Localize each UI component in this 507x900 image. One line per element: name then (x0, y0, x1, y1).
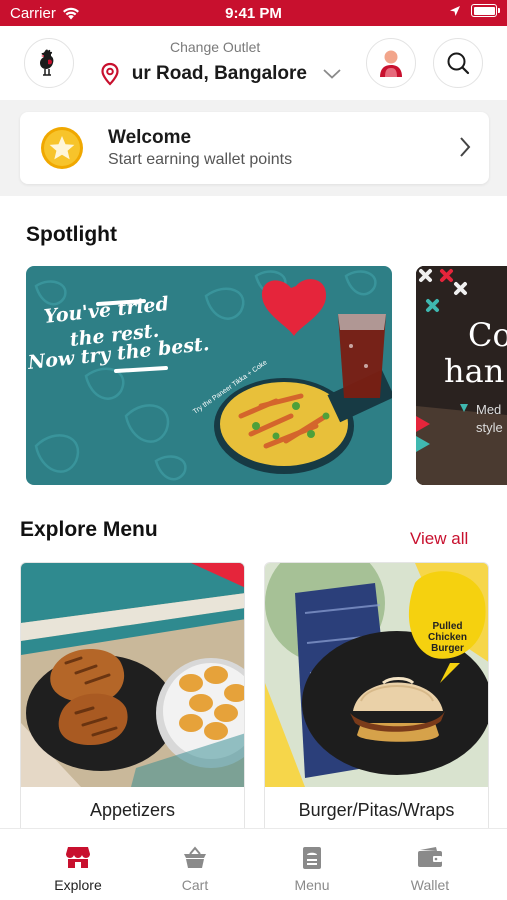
category-name: Burger/Pitas/Wraps (298, 800, 455, 820)
outlet-address: ur Road, Bangalore (131, 63, 307, 84)
tab-cart[interactable]: Cart (145, 829, 245, 900)
burger-label-line-2: Chicken (428, 632, 467, 643)
tab-menu[interactable]: Menu (262, 829, 362, 900)
search-button[interactable] (433, 38, 483, 88)
category-name: Appetizers (89, 800, 176, 820)
welcome-title: Welcome (108, 127, 192, 148)
tab-wallet[interactable]: Wallet (380, 829, 480, 900)
menu-icon (303, 847, 321, 869)
welcome-card[interactable]: Welcome Start earning wallet points (20, 112, 489, 184)
store-icon (66, 847, 90, 868)
welcome-subtitle: Start earning wallet points (108, 151, 293, 168)
banner-pattern-graphic (34, 270, 392, 481)
menu-category-card[interactable]: Appetizers (20, 562, 245, 837)
banner2-line-4: style (476, 420, 503, 435)
spotlight-banner-1[interactable]: You've tried the rest. Now try the best.… (26, 266, 392, 485)
explore-menu-heading: Explore Menu (20, 518, 158, 541)
tab-explore-label: Explore (54, 877, 102, 893)
location-pin-icon (101, 62, 119, 86)
banner2-line-2: han (444, 352, 505, 390)
battery-icon (471, 4, 500, 17)
tab-cart-label: Cart (181, 877, 209, 893)
user-avatar-icon (380, 50, 402, 77)
brand-logo-button[interactable] (24, 38, 74, 88)
clock: 9:41 PM (225, 5, 282, 22)
change-outlet-label: Change Outlet (170, 39, 261, 55)
burger-image-label: Pulled Chicken Burger (415, 621, 480, 654)
category-image (21, 563, 244, 787)
rooster-logo-icon (40, 49, 54, 76)
cart-icon (184, 846, 206, 868)
banner2-line-1: Co (468, 316, 507, 354)
chevron-down-icon (323, 69, 341, 79)
spotlight-heading: Spotlight (26, 223, 117, 246)
menu-category-card[interactable]: Pulled Chicken Burger Burger/Pitas/Wraps (264, 562, 489, 837)
appetizers-food-image (21, 563, 244, 787)
welcome-section: Welcome Start earning wallet points (0, 100, 507, 196)
app-header: Change Outlet ur Road, Bangalore (0, 26, 507, 100)
tab-explore[interactable]: Explore (28, 829, 128, 900)
chevron-right-icon (460, 137, 471, 157)
profile-button[interactable] (366, 38, 416, 88)
star-badge-icon (41, 127, 83, 169)
bottom-tab-bar: Explore Cart Menu Wallet (0, 828, 507, 900)
tab-wallet-label: Wallet (410, 877, 450, 893)
burger-label-line-1: Pulled (432, 621, 463, 632)
view-all-link[interactable]: View all (410, 529, 468, 549)
burger-food-image (265, 563, 488, 787)
category-image: Pulled Chicken Burger (265, 563, 488, 787)
banner2-line-3: Med (476, 402, 502, 417)
location-arrow-icon (450, 5, 460, 16)
status-bar: Carrier 9:41 PM (0, 0, 507, 26)
spotlight-banner-2[interactable]: Co han Med style (416, 266, 507, 485)
wallet-icon (418, 847, 442, 867)
burger-label-line-3: Burger (431, 643, 464, 654)
tab-menu-label: Menu (294, 877, 330, 893)
search-icon (447, 52, 470, 75)
